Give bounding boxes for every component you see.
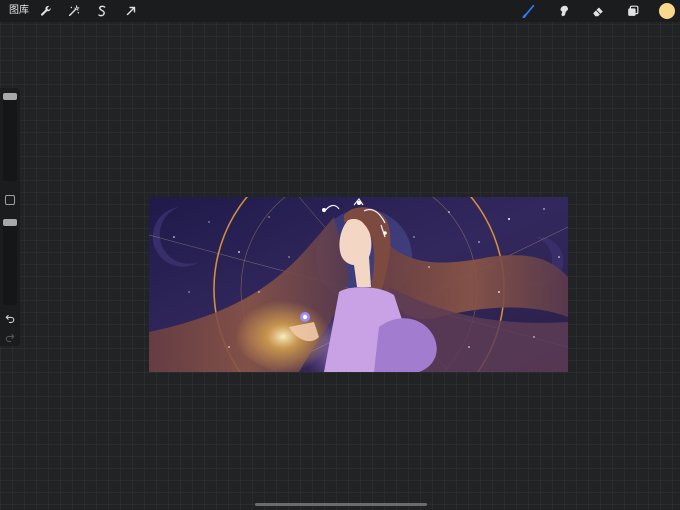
magic-wand-icon[interactable] bbox=[65, 2, 83, 20]
gallery-button[interactable]: 图库 bbox=[9, 4, 29, 18]
wrench-icon[interactable] bbox=[37, 2, 55, 20]
redo-icon[interactable] bbox=[3, 331, 17, 343]
brush-size-handle[interactable] bbox=[3, 93, 17, 100]
selection-s-icon[interactable] bbox=[93, 2, 111, 20]
color-picker-swatch[interactable] bbox=[659, 3, 675, 19]
opacity-slider[interactable] bbox=[3, 219, 17, 305]
smudge-icon[interactable] bbox=[555, 2, 573, 20]
left-sidebar bbox=[0, 88, 20, 346]
modify-button[interactable] bbox=[5, 195, 15, 205]
opacity-handle[interactable] bbox=[3, 219, 17, 226]
home-indicator[interactable] bbox=[255, 503, 427, 506]
undo-icon[interactable] bbox=[3, 312, 17, 324]
brush-icon[interactable] bbox=[520, 2, 538, 20]
top-toolbar: 图库 bbox=[0, 0, 680, 22]
drawing-canvas[interactable] bbox=[149, 197, 568, 372]
eraser-icon[interactable] bbox=[589, 2, 607, 20]
layers-icon[interactable] bbox=[624, 2, 642, 20]
arrow-transform-icon[interactable] bbox=[122, 2, 140, 20]
brush-size-slider[interactable] bbox=[3, 93, 17, 181]
artwork-illustration bbox=[149, 197, 568, 372]
